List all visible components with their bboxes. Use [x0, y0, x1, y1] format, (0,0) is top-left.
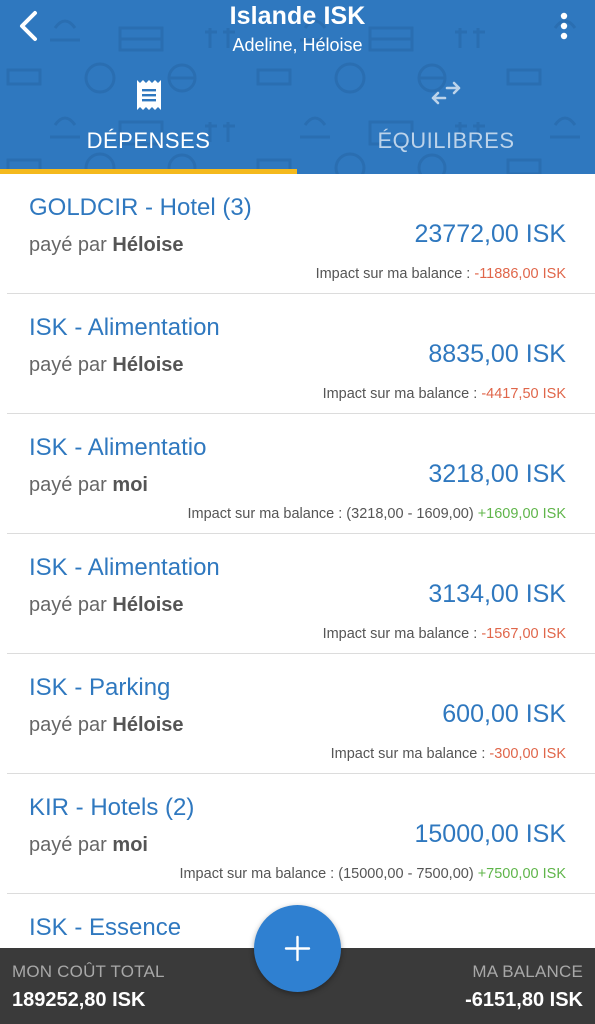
- paid-by-label: payé par: [29, 594, 107, 616]
- impact-detail: (15000,00 - 7500,00): [338, 866, 474, 882]
- expense-title: ISK - Alimentatio: [29, 434, 207, 461]
- tab-depenses-label: DÉPENSES: [86, 128, 211, 153]
- payer-name: Héloise: [112, 234, 184, 256]
- impact-value: -4417,50 ISK: [481, 386, 566, 402]
- swap-arrows-icon: [431, 81, 461, 105]
- balance-impact: Impact sur ma balance : -11886,00 ISK: [316, 266, 566, 282]
- expense-list[interactable]: GOLDCIR - Hotel (3) payé par Héloise 237…: [0, 174, 595, 1024]
- plus-icon: [284, 935, 311, 962]
- payer-name: Héloise: [112, 594, 184, 616]
- expense-title: KIR - Hotels (2): [29, 794, 195, 821]
- balance-value: -6151,80 ISK: [465, 989, 583, 1011]
- expense-row[interactable]: ISK - Parking payé par Héloise 600,00 IS…: [7, 654, 595, 774]
- participants-subtitle: Adeline, Héloise: [232, 35, 363, 55]
- payer-name: moi: [112, 834, 148, 856]
- expense-title: GOLDCIR - Hotel (3): [29, 194, 252, 221]
- receipt-icon: [137, 80, 161, 110]
- paid-by-label: payé par: [29, 234, 107, 256]
- app-header: Islande ISK Adeline, Héloise DÉPENSES ÉQ…: [0, 0, 595, 174]
- payer-name: Héloise: [112, 714, 184, 736]
- impact-label: Impact sur ma balance :: [315, 266, 471, 282]
- paid-by-label: payé par: [29, 354, 107, 376]
- expense-amount: 15000,00 ISK: [414, 820, 566, 848]
- expense-payer-line: payé par moi: [29, 834, 148, 857]
- expense-row[interactable]: KIR - Hotels (2) payé par moi 15000,00 I…: [7, 774, 595, 894]
- impact-label: Impact sur ma balance :: [187, 506, 343, 522]
- more-vertical-icon: [560, 12, 568, 40]
- expense-payer-line: payé par Héloise: [29, 714, 184, 737]
- impact-label: Impact sur ma balance :: [322, 386, 478, 402]
- expense-title: ISK - Alimentation: [29, 314, 220, 341]
- balance-impact: Impact sur ma balance : -300,00 ISK: [331, 746, 566, 762]
- paid-by-label: payé par: [29, 834, 107, 856]
- balance-impact: Impact sur ma balance : (3218,00 - 1609,…: [188, 506, 566, 522]
- balance-impact: Impact sur ma balance : (15000,00 - 7500…: [179, 866, 566, 882]
- expense-amount: 8835,00 ISK: [428, 340, 566, 368]
- expense-amount: 3134,00 ISK: [428, 580, 566, 608]
- tab-equilibres-label: ÉQUILIBRES: [377, 128, 515, 153]
- expense-row[interactable]: GOLDCIR - Hotel (3) payé par Héloise 237…: [7, 174, 595, 294]
- payer-name: moi: [112, 474, 148, 496]
- paid-by-label: payé par: [29, 714, 107, 736]
- expense-title: ISK - Alimentation: [29, 554, 220, 581]
- impact-label: Impact sur ma balance :: [322, 626, 478, 642]
- expense-row[interactable]: ISK - Alimentation payé par Héloise 8835…: [7, 294, 595, 414]
- impact-detail: (3218,00 - 1609,00): [346, 506, 474, 522]
- expense-row[interactable]: ISK - Alimentatio payé par moi 3218,00 I…: [7, 414, 595, 534]
- impact-value: -11886,00 ISK: [474, 266, 566, 282]
- impact-value: +7500,00 ISK: [477, 866, 566, 882]
- header-titles: Islande ISK Adeline, Héloise: [0, 0, 595, 56]
- expense-amount: 3218,00 ISK: [428, 460, 566, 488]
- total-cost-value: 189252,80 ISK: [12, 989, 146, 1011]
- expense-title: ISK - Parking: [29, 674, 171, 701]
- total-cost-label: MON COÛT TOTAL: [12, 962, 165, 981]
- balance-impact: Impact sur ma balance : -1567,00 ISK: [323, 626, 566, 642]
- expense-payer-line: payé par moi: [29, 474, 148, 497]
- paid-by-label: payé par: [29, 474, 107, 496]
- balance-impact: Impact sur ma balance : -4417,50 ISK: [323, 386, 566, 402]
- impact-value: +1609,00 ISK: [477, 506, 566, 522]
- expense-amount: 600,00 ISK: [442, 700, 566, 728]
- tab-equilibres[interactable]: ÉQUILIBRES: [297, 72, 595, 174]
- expense-payer-line: payé par Héloise: [29, 594, 184, 617]
- expense-amount: 23772,00 ISK: [414, 220, 566, 248]
- impact-label: Impact sur ma balance :: [330, 746, 486, 762]
- expense-title: ISK - Essence: [29, 914, 182, 941]
- payer-name: Héloise: [112, 354, 184, 376]
- add-expense-button[interactable]: [254, 905, 341, 992]
- balance-label: MA BALANCE: [472, 962, 583, 981]
- more-options-button[interactable]: [552, 10, 576, 42]
- tab-depenses[interactable]: DÉPENSES: [0, 72, 297, 174]
- impact-label: Impact sur ma balance :: [179, 866, 335, 882]
- expense-payer-line: payé par Héloise: [29, 354, 184, 377]
- impact-value: -1567,00 ISK: [481, 626, 566, 642]
- expense-payer-line: payé par Héloise: [29, 234, 184, 257]
- expense-row[interactable]: ISK - Alimentation payé par Héloise 3134…: [7, 534, 595, 654]
- impact-value: -300,00 ISK: [489, 746, 566, 762]
- page-title: Islande ISK: [229, 2, 366, 30]
